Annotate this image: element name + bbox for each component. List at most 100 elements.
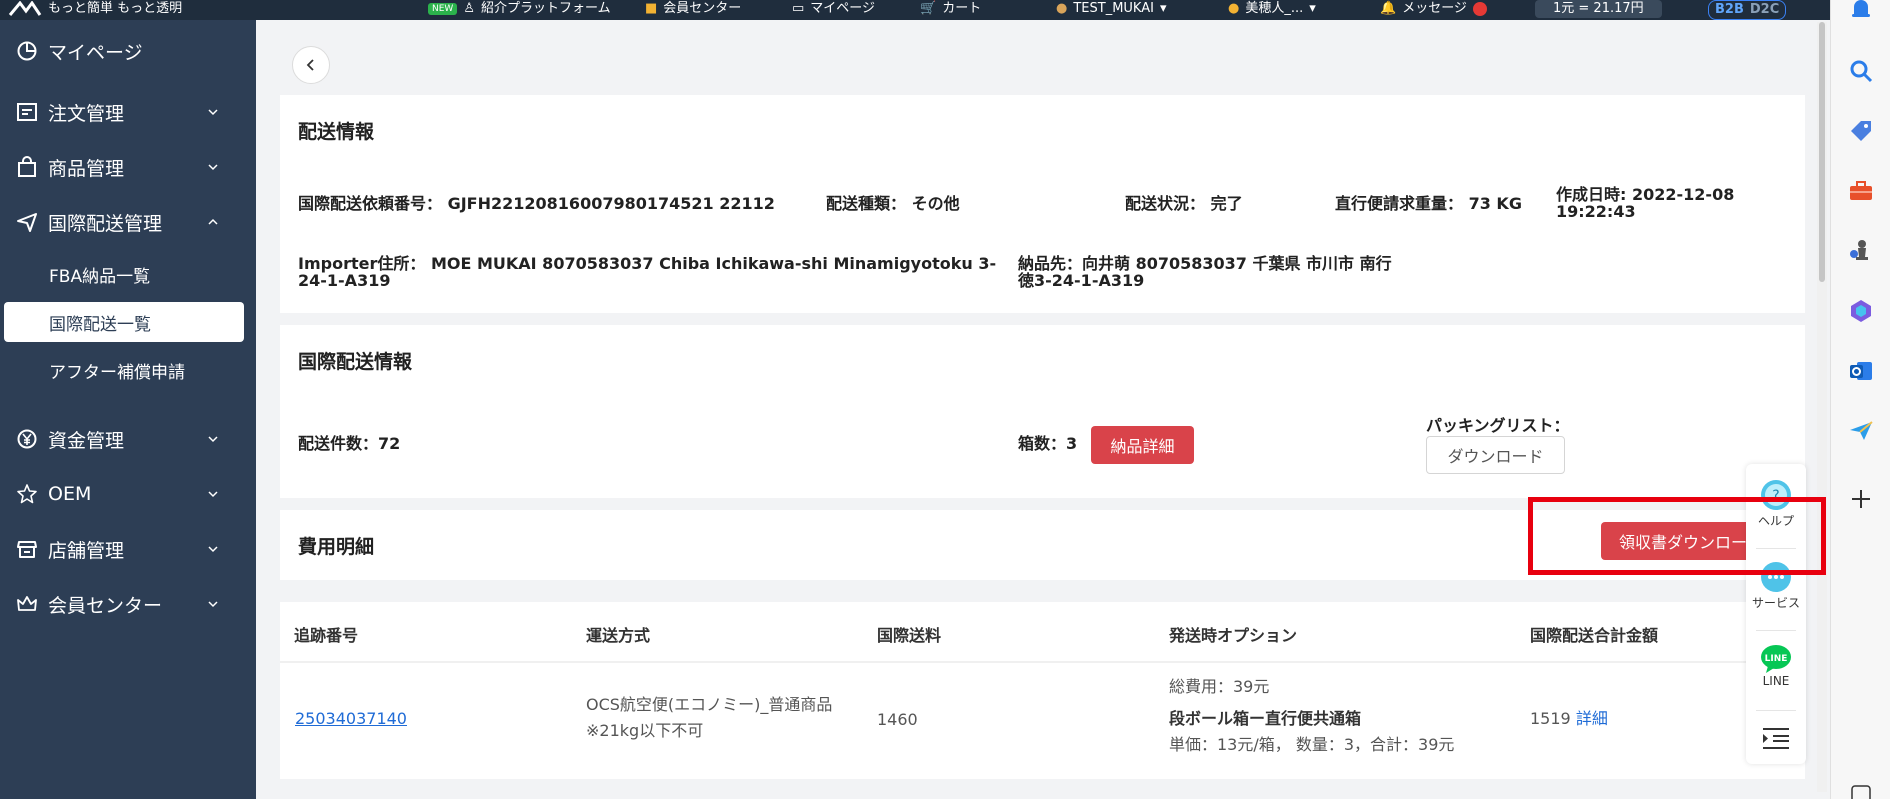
box-count-value: 3 [1066, 434, 1078, 453]
delivery-detail-button[interactable]: 納品詳細 [1091, 426, 1194, 464]
sidebar-item-mypage[interactable]: マイページ [0, 26, 256, 76]
packing-list-label: パッキングリスト： [1426, 416, 1570, 435]
destination-line2: 徳3-24-1-A319 [1018, 271, 1145, 290]
mypage-link[interactable]: ▭ マイページ [792, 0, 875, 18]
shipping-method-line1: OCS航空便(エコノミー)_普通商品 [586, 695, 833, 714]
mypage-label: マイページ [810, 1, 876, 16]
option-total: 総費用：39元 [1169, 677, 1270, 696]
outlook-icon[interactable] [1848, 358, 1874, 384]
chevron-down-icon [208, 546, 218, 553]
store-icon [14, 536, 40, 562]
browser-side-rail [1830, 0, 1890, 799]
col-header-fee: 国際送料 [877, 626, 942, 645]
sidebar-subitem-compensation[interactable]: アフター補償申請 [4, 350, 244, 390]
user-menu[interactable]: ● TEST_MUKAI ▾ [1056, 0, 1166, 18]
sidebar-item-oem[interactable]: OEM [0, 469, 256, 519]
messages-link[interactable]: 🔔 メッセージ [1380, 0, 1487, 18]
line-icon: LINE [1761, 645, 1791, 673]
sidebar-item-label: OEM [48, 483, 92, 505]
cart-label: カート [942, 1, 982, 16]
tracking-number-link[interactable]: 25034037140 [295, 706, 407, 732]
crown-icon [14, 591, 40, 617]
tag-icon[interactable] [1848, 118, 1874, 144]
sidebar-item-funds[interactable]: 資金管理 [0, 414, 256, 464]
add-icon[interactable] [1848, 486, 1874, 512]
sidebar-item-label: マイページ [48, 41, 143, 64]
created-date: 2022-12-08 [1631, 185, 1735, 204]
billed-weight: 直行便請求重量： 73 KG [1335, 195, 1522, 212]
line-badge-text: LINE [1765, 654, 1788, 664]
user-avatar-icon: ● [1056, 1, 1068, 16]
main-scrollbar[interactable] [1817, 22, 1827, 792]
bell-icon[interactable] [1848, 0, 1874, 22]
staff-menu[interactable]: ● 美穂人_... ▾ [1228, 0, 1316, 18]
importer-line1: MOE MUKAI 8070583037 Chiba Ichikawa-shi … [430, 254, 997, 273]
shipping-type: 配送種類： その他 [826, 195, 960, 212]
brand[interactable]: もっと簡単 もっと透明 [8, 0, 182, 18]
sidebar-item-member-center[interactable]: 会員センター [0, 579, 256, 629]
created-time: 19:22:43 [1556, 202, 1636, 221]
sidebar: マイページ 注文管理 商品管理 国際配送管理 FBA納品一覧 国際配送一覧 アフ… [0, 20, 256, 799]
chevron-left-icon [306, 59, 314, 71]
chess-icon[interactable] [1848, 238, 1874, 264]
brand-tagline: もっと簡単 もっと透明 [48, 1, 183, 16]
delivery-destination: 納品先：向井萌 8070583037 千葉県 市川市 南行 徳3-24-1-A3… [1018, 255, 1438, 289]
shipping-info-title: 配送情報 [298, 121, 375, 143]
chevron-down-icon: ▾ [1309, 1, 1316, 16]
sidebar-item-stores[interactable]: 店舗管理 [0, 524, 256, 574]
sidebar-item-label: 資金管理 [48, 429, 125, 452]
chevron-up-icon [208, 218, 218, 225]
top-bar: もっと簡単 もっと透明 NEW ♙ 紹介プラットフォーム ■ 会員センター ▭ … [0, 0, 1830, 20]
chevron-down-icon [208, 491, 218, 498]
invite-link[interactable]: NEW ♙ 紹介プラットフォーム [428, 0, 611, 18]
line-button[interactable]: LINE LINE [1746, 644, 1806, 688]
created-at: 作成日時: 2022-12-08 19:22:43 [1556, 186, 1734, 220]
copilot-icon[interactable] [1848, 298, 1874, 324]
col-header-method: 運送方式 [586, 626, 651, 645]
table-header-divider [280, 661, 1805, 663]
search-icon[interactable] [1848, 58, 1874, 84]
line-label: LINE [1762, 674, 1790, 688]
cart-link[interactable]: 🛒 カート [920, 0, 981, 18]
sidebar-item-products[interactable]: 商品管理 [0, 142, 256, 192]
sidebar-item-orders[interactable]: 注文管理 [0, 87, 256, 137]
sidebar-item-label: 商品管理 [48, 157, 125, 180]
sidebar-subitem-fba[interactable]: FBA納品一覧 [4, 254, 244, 294]
bell-icon: 🔔 [1380, 1, 1397, 16]
expand-icon[interactable] [1848, 782, 1874, 799]
intl-info-title: 国際配送情報 [298, 351, 413, 373]
sidebar-subitem-intl-list[interactable]: 国際配送一覧 [4, 302, 244, 342]
box-count: 箱数：3 [1018, 435, 1077, 452]
chevron-down-icon [208, 601, 218, 608]
user-name: TEST_MUKAI [1073, 1, 1154, 16]
person-icon: ♙ [463, 1, 475, 16]
brand-logo-icon [8, 1, 42, 16]
panel-divider [1756, 710, 1796, 711]
d2c-label: D2C [1749, 2, 1780, 17]
send-icon[interactable] [1848, 418, 1874, 444]
sidebar-item-label: 注文管理 [48, 102, 125, 125]
highlight-annotation [1528, 497, 1826, 575]
packing-list-download-button[interactable]: ダウンロード [1426, 436, 1565, 474]
bag-icon [14, 154, 40, 180]
cart-icon: 🛒 [920, 1, 937, 16]
importer-line2: 24-1-A319 [298, 271, 391, 290]
oem-icon [14, 481, 40, 507]
detail-link[interactable]: 詳細 [1576, 709, 1608, 728]
shipping-status: 配送状況： 完了 [1125, 195, 1243, 212]
scrollbar-thumb[interactable] [1819, 22, 1825, 282]
shipping-type-label: 配送種類： [826, 194, 907, 213]
member-center-link[interactable]: ■ 会員センター [645, 0, 741, 18]
indent-menu-icon [1763, 728, 1789, 749]
shipping-status-label: 配送状況： [1125, 194, 1206, 213]
messages-label: メッセージ [1402, 1, 1467, 16]
collapse-panel-button[interactable] [1746, 726, 1806, 750]
box-count-label: 箱数： [1018, 434, 1067, 453]
toolbox-icon[interactable] [1848, 178, 1874, 204]
col-header-total: 国際配送合計金額 [1530, 626, 1659, 645]
back-button[interactable] [292, 46, 330, 84]
mode-switch[interactable]: B2B D2C [1708, 0, 1787, 20]
panel-divider [1756, 630, 1796, 631]
shipping-fee: 1460 [877, 710, 918, 729]
sidebar-item-intl-shipping[interactable]: 国際配送管理 [0, 197, 256, 247]
